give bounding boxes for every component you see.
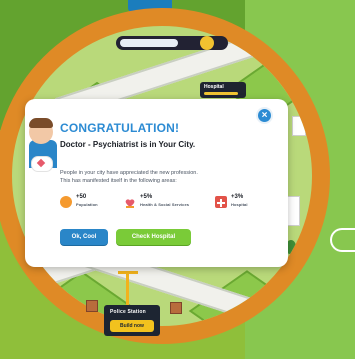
building[interactable]: [292, 116, 306, 136]
description-line-1: People in your city have appreciated the…: [60, 170, 198, 176]
crate-icon: [170, 302, 182, 314]
ok-cool-button[interactable]: Ok, Cool: [60, 229, 108, 245]
construction-crane-icon: [118, 266, 138, 310]
stat-population-label: Population: [76, 202, 98, 207]
dialog-subtitle: Doctor - Psychiatrist is in Your City.: [60, 140, 196, 149]
game-scene: Hospital Police Station Build now × Cong…: [0, 0, 355, 359]
population-icon: [60, 196, 72, 208]
coin-icon: [200, 36, 214, 50]
hospital-tag-label: Hospital: [204, 84, 224, 90]
city-status-bar: [116, 36, 228, 50]
stat-hospital-label: Hospital: [231, 202, 248, 207]
stat-hospital: +3% Hospital: [215, 194, 275, 214]
dialog-title: Congratulation!: [60, 121, 180, 135]
build-now-label: Build now: [120, 323, 144, 329]
decorative-arc: [330, 228, 355, 252]
police-station-label: Police Station: [110, 309, 146, 315]
ok-cool-label: Ok, Cool: [71, 234, 97, 240]
police-station-tag: Police Station Build now: [104, 305, 160, 336]
hospital-tag[interactable]: Hospital: [200, 82, 246, 98]
stat-health-value: +5%: [140, 194, 153, 200]
hospital-icon: [215, 196, 227, 208]
health-icon: [124, 196, 136, 208]
check-hospital-button[interactable]: Check Hospital: [116, 229, 191, 245]
stat-health: +5% Health & Social Services: [124, 194, 199, 214]
close-button[interactable]: ×: [256, 107, 273, 124]
crane-mast: [126, 272, 129, 308]
hospital-progress-bar: [204, 92, 238, 95]
avatar-hair: [29, 118, 53, 128]
stat-hospital-value: +3%: [231, 194, 244, 200]
dialog-description: People in your city have appreciated the…: [60, 169, 280, 185]
doctor-avatar: [29, 116, 59, 172]
stat-health-label: Health & Social Services: [140, 202, 190, 207]
check-hospital-label: Check Hospital: [131, 234, 176, 240]
congratulation-dialog: × Congratulation! Doctor - Psychiatrist …: [25, 99, 288, 267]
build-now-button[interactable]: Build now: [110, 320, 154, 332]
stats-row: +50 Population +5% Health & Social Servi…: [60, 194, 280, 214]
description-line-2: This has manifested itself in the follow…: [60, 178, 177, 184]
close-icon: ×: [261, 110, 268, 121]
stat-population: +50 Population: [60, 194, 110, 214]
progress-fill: [120, 39, 178, 47]
stat-population-value: +50: [76, 194, 87, 200]
crane-arm: [118, 271, 138, 274]
crate-icon: [86, 300, 98, 312]
